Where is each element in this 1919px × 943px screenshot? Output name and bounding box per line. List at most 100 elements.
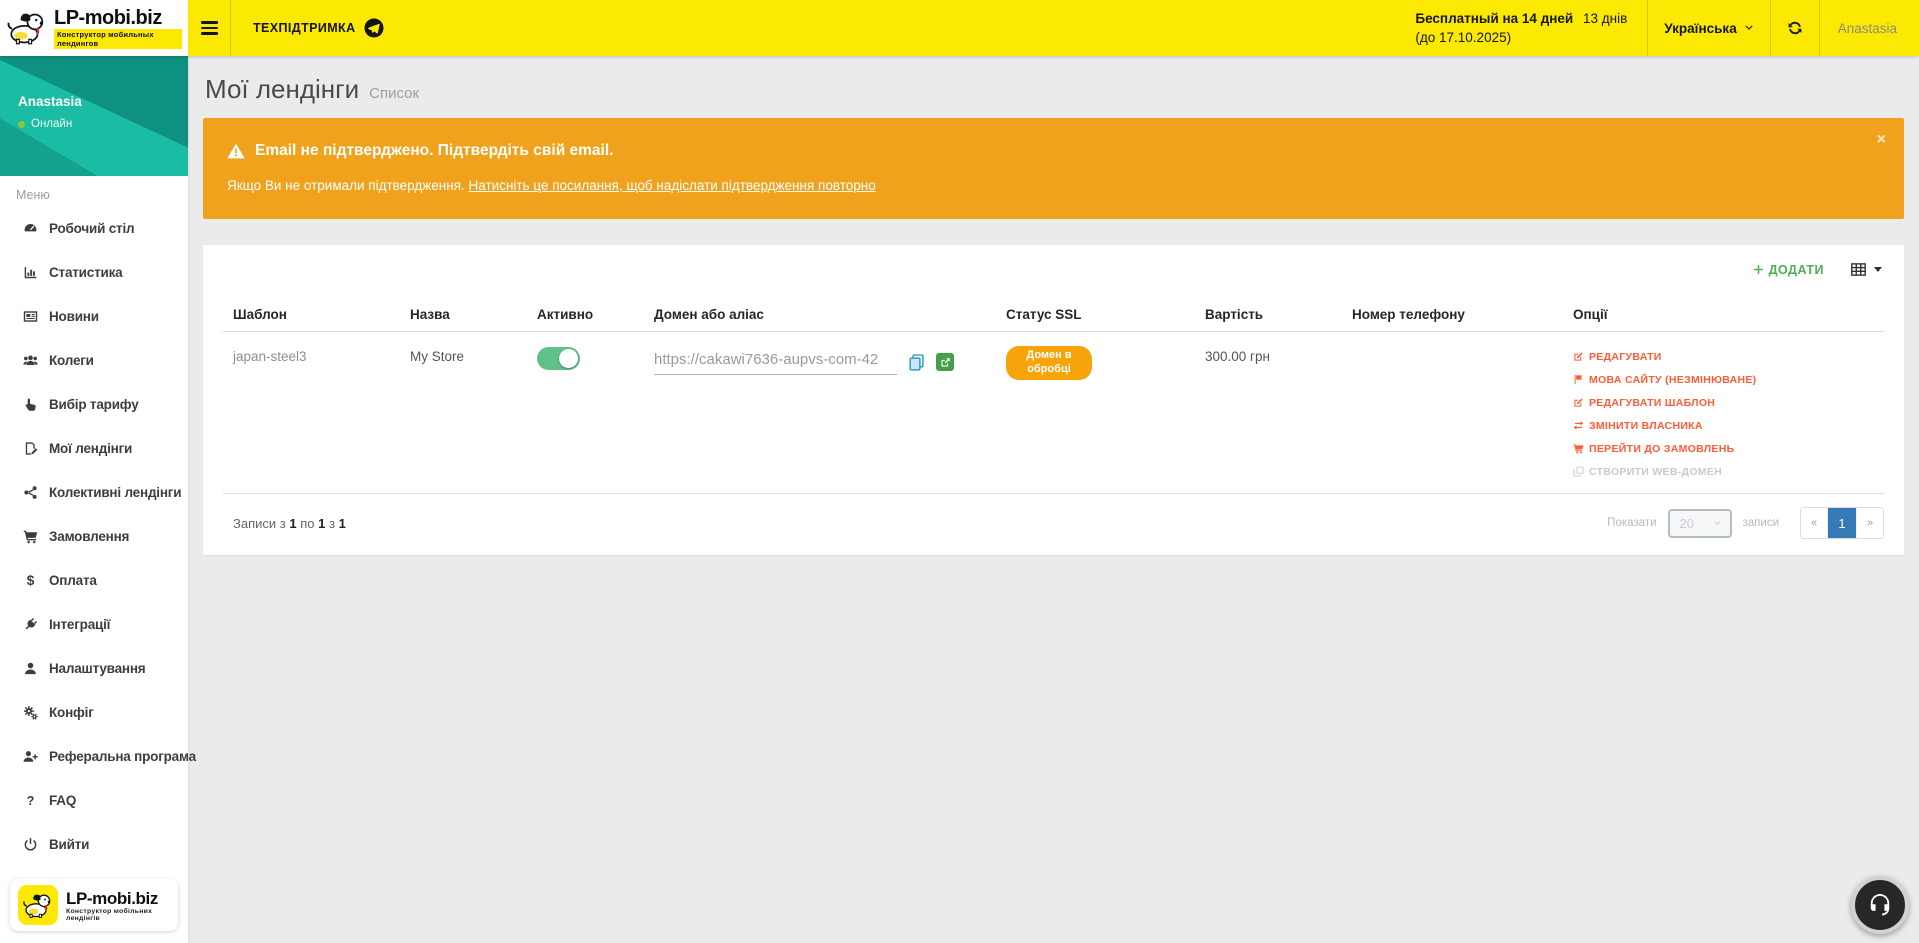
sidebar-toggle-button[interactable] <box>188 0 230 56</box>
sidebar-user-name: Anastasia <box>18 94 82 109</box>
users-icon <box>23 353 38 368</box>
support-link[interactable]: ТЕХПІДТРИМКА <box>231 0 406 56</box>
sidebar-item-label: Вибір тарифу <box>49 397 139 412</box>
column-header-ssl[interactable]: Статус SSL <box>996 291 1195 332</box>
trial-plan-label: Бесплатный на 14 дней <box>1415 11 1573 26</box>
pagination-prev-button[interactable]: « <box>1801 508 1828 538</box>
pagination-next-button[interactable]: » <box>1856 508 1883 538</box>
footer-brand-subtitle: Конструктор мобільних лендінгів <box>66 908 170 922</box>
sidebar-item-label: Мої лендінги <box>49 441 132 456</box>
sidebar-menu-item[interactable]: Новини <box>0 294 188 338</box>
sidebar-menu-item[interactable]: Колеги <box>0 338 188 382</box>
row-option-link[interactable]: СТВОРИТИ WEB-ДОМЕН <box>1573 460 1874 483</box>
sidebar-menu-item[interactable]: Налаштування <box>0 646 188 690</box>
cogs-icon <box>23 705 38 720</box>
page-title: Мої лендінги <box>205 73 359 105</box>
language-label: Українська <box>1664 21 1736 36</box>
table-footer: Записи з 1 по 1 з 1 Показати 20 записи <box>223 494 1884 555</box>
brand-logo[interactable]: LP-mobi.biz Конструктор мобильных лендин… <box>0 0 188 56</box>
topbar-username[interactable]: Anastasia <box>1820 0 1919 56</box>
sidebar-item-label: Вийти <box>49 837 89 852</box>
column-header-domain[interactable]: Домен або аліас <box>644 291 996 332</box>
dashboard-icon <box>23 221 38 236</box>
sidebar-user-status: Онлайн <box>31 118 72 130</box>
sidebar-menu-item[interactable]: Інтеграції <box>0 602 188 646</box>
resend-confirmation-link[interactable]: Натисніть це посилання, щоб надіслати пі… <box>469 178 876 193</box>
caret-down-icon <box>1874 267 1882 272</box>
sidebar-menu-item[interactable]: Конфіг <box>0 690 188 734</box>
warning-icon <box>227 143 245 159</box>
close-icon[interactable]: × <box>1877 132 1886 148</box>
sidebar-item-label: Робочий стіл <box>49 221 134 236</box>
column-header-active[interactable]: Активно <box>527 291 644 332</box>
sidebar-menu-item[interactable]: Вибір тарифу <box>0 382 188 426</box>
page-size-select[interactable]: 20 <box>1668 509 1732 538</box>
plus-icon <box>1753 264 1764 275</box>
row-option-link[interactable]: МОВА САЙТУ (НЕЗМІНЮВАНЕ) <box>1573 368 1874 391</box>
column-header-options[interactable]: Опції <box>1563 291 1884 332</box>
columns-dropdown-button[interactable] <box>1850 261 1882 278</box>
sidebar-menu-item[interactable]: Колективні лендінги <box>0 470 188 514</box>
sidebar-brand-card[interactable]: LP-mobi.biz Конструктор мобільних лендін… <box>10 879 178 931</box>
sidebar: Anastasia Онлайн Меню Робочий стіл Стати… <box>0 56 188 943</box>
sidebar-item-label: Інтеграції <box>49 617 110 632</box>
column-header-price[interactable]: Вартість <box>1195 291 1342 332</box>
table-toolbar: ДОДАТИ <box>223 245 1884 291</box>
sidebar-menu-item[interactable]: Замовлення <box>0 514 188 558</box>
brand-title: LP-mobi.biz <box>54 7 162 29</box>
language-dropdown[interactable]: Українська <box>1648 0 1769 56</box>
menu-section-label: Меню <box>16 188 188 202</box>
active-toggle[interactable] <box>537 347 580 370</box>
chevron-down-icon <box>1744 23 1754 33</box>
share-icon <box>23 485 38 500</box>
option-label: ПЕРЕЙТИ ДО ЗАМОВЛЕНЬ <box>1589 443 1734 455</box>
row-option-link[interactable]: РЕДАГУВАТИ ШАБЛОН <box>1573 391 1874 414</box>
top-bar-yellow: ТЕХПІДТРИМКА Бесплатный на 14 дней 13 дн… <box>188 0 1919 56</box>
alert-text: Якщо Ви не отримали підтвердження. <box>227 178 469 193</box>
main-content: Мої лендінги Список Email не підтверджен… <box>188 56 1919 943</box>
support-label: ТЕХПІДТРИМКА <box>253 21 356 35</box>
headset-icon <box>1866 891 1894 919</box>
sidebar-menu-item[interactable]: Мої лендінги <box>0 426 188 470</box>
option-label: РЕДАГУВАТИ <box>1589 351 1662 363</box>
telegram-icon <box>364 18 384 38</box>
sidebar-item-label: Конфіг <box>49 705 94 720</box>
row-option-link[interactable]: РЕДАГУВАТИ <box>1573 345 1874 368</box>
column-header-phone[interactable]: Номер телефону <box>1342 291 1563 332</box>
sidebar-menu-item[interactable]: Оплата <box>0 558 188 602</box>
option-label: ЗМІНИТИ ВЛАСНИКА <box>1589 420 1703 432</box>
row-option-link[interactable]: ЗМІНИТИ ВЛАСНИКА <box>1573 414 1874 437</box>
pagination: « 1 » <box>1800 507 1884 539</box>
column-header-template[interactable]: Шаблон <box>223 291 400 332</box>
column-header-name[interactable]: Назва <box>400 291 527 332</box>
refresh-icon <box>1787 20 1803 36</box>
sidebar-menu-item[interactable]: Статистика <box>0 250 188 294</box>
row-options: РЕДАГУВАТИ МОВА САЙТУ (НЕЗМІНЮВАНЕ) РЕДА… <box>1573 345 1874 483</box>
trial-until: (до 17.10.2025) <box>1415 28 1511 47</box>
chart-icon <box>23 265 38 280</box>
sidebar-item-label: Новини <box>49 309 99 324</box>
domain-input[interactable] <box>654 349 897 375</box>
add-button[interactable]: ДОДАТИ <box>1753 263 1824 277</box>
copy-icon[interactable] <box>908 354 925 371</box>
open-site-button[interactable] <box>936 353 954 371</box>
pagination-page-1[interactable]: 1 <box>1828 508 1856 538</box>
row-option-link[interactable]: ПЕРЕЙТИ ДО ЗАМОВЛЕНЬ <box>1573 437 1874 460</box>
user-plus-icon <box>23 749 38 764</box>
question-icon <box>23 793 38 808</box>
sidebar-user-block: Anastasia Онлайн <box>0 56 188 176</box>
sidebar-item-label: Замовлення <box>49 529 129 544</box>
option-label: СТВОРИТИ WEB-ДОМЕН <box>1589 466 1722 478</box>
chevron-down-icon <box>1713 519 1722 528</box>
external-link-icon <box>940 357 951 368</box>
sidebar-menu-item[interactable]: Вийти <box>0 822 188 866</box>
edit-icon <box>1573 397 1584 408</box>
sidebar-menu-item[interactable]: Реферальна програма <box>0 734 188 778</box>
table-row: japan-steel3 My Store <box>223 332 1884 494</box>
sidebar-menu-item[interactable]: Робочий стіл <box>0 206 188 250</box>
sidebar-menu-item[interactable]: FAQ <box>0 778 188 822</box>
refresh-button[interactable] <box>1771 0 1819 56</box>
chat-widget-button[interactable] <box>1851 876 1909 934</box>
clone-icon <box>1573 466 1584 477</box>
page-subtitle: Список <box>369 85 419 102</box>
